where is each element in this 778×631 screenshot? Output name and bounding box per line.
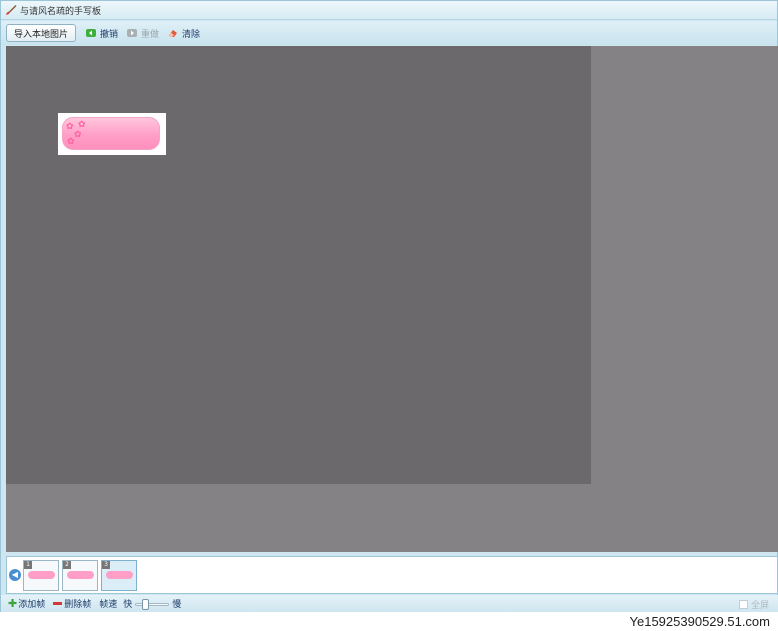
- redo-icon: [127, 29, 138, 37]
- app-window: 与请风名疏的手写板 导入本地图片 撤销 重做 清除 ✿ ✿ ✿ ✿ ◀ 1 2 …: [0, 0, 778, 612]
- bottom-toolbar: ✚ 添加帧 删除帧 帧速 快 慢 全屏: [1, 595, 778, 612]
- flower-icon: ✿: [78, 120, 86, 130]
- slider-thumb[interactable]: [142, 598, 150, 610]
- brush-icon: [6, 5, 17, 15]
- speed-label: 帧速: [99, 600, 118, 610]
- flower-icon: ✿: [67, 137, 75, 147]
- toolbar: 导入本地图片 撤销 重做 清除: [1, 21, 777, 45]
- checkbox-icon: [738, 600, 748, 609]
- frame-number: 2: [63, 561, 71, 569]
- undo-button[interactable]: 撤销: [85, 27, 118, 40]
- frame-preview: [106, 571, 133, 579]
- add-frame-button[interactable]: ✚ 添加帧: [8, 597, 45, 610]
- frame-thumbnail[interactable]: 1: [23, 560, 59, 591]
- drawing-canvas[interactable]: ✿ ✿ ✿ ✿: [6, 46, 591, 484]
- delete-frame-button[interactable]: 删除帧: [53, 597, 91, 610]
- window-title: 与请风名疏的手写板: [20, 6, 102, 17]
- speed-slider[interactable]: [135, 598, 170, 610]
- slider-track: [135, 602, 170, 606]
- import-image-button[interactable]: 导入本地图片: [6, 24, 77, 42]
- speed-control: 帧速 快 慢: [99, 597, 181, 610]
- frame-thumbnail-selected[interactable]: 3: [101, 560, 137, 591]
- slow-label: 慢: [172, 600, 182, 610]
- fullscreen-label: 全屏: [750, 601, 769, 611]
- flower-icon: ✿: [74, 130, 82, 140]
- redo-label: 重做: [141, 29, 160, 40]
- frame-number: 3: [102, 561, 110, 569]
- eraser-icon: [169, 30, 178, 37]
- clear-button[interactable]: 清除: [167, 27, 200, 40]
- watermark-text: Ye15925390529.51.com: [629, 614, 770, 629]
- frame-preview: [67, 571, 94, 579]
- delete-frame-label: 删除帧: [64, 600, 92, 610]
- scroll-left-icon[interactable]: ◀: [9, 569, 21, 581]
- sticker-image[interactable]: ✿ ✿ ✿ ✿: [58, 113, 166, 155]
- fast-label: 快: [123, 600, 133, 610]
- stage-area: ✿ ✿ ✿ ✿: [6, 46, 778, 552]
- minus-icon: [53, 602, 63, 605]
- clear-label: 清除: [182, 29, 201, 40]
- frame-strip: ◀ 1 2 3: [6, 556, 778, 594]
- frame-number: 1: [24, 561, 32, 569]
- undo-label: 撤销: [100, 29, 119, 40]
- frame-thumbnail[interactable]: 2: [62, 560, 98, 591]
- flower-icon: ✿: [66, 122, 74, 132]
- title-bar: 与请风名疏的手写板: [1, 1, 777, 20]
- undo-icon: [86, 29, 97, 37]
- fullscreen-checkbox[interactable]: 全屏: [738, 598, 769, 611]
- frame-preview: [28, 571, 55, 579]
- add-frame-label: 添加帧: [18, 600, 46, 610]
- redo-button[interactable]: 重做: [126, 27, 159, 40]
- plus-icon: ✚: [8, 597, 18, 610]
